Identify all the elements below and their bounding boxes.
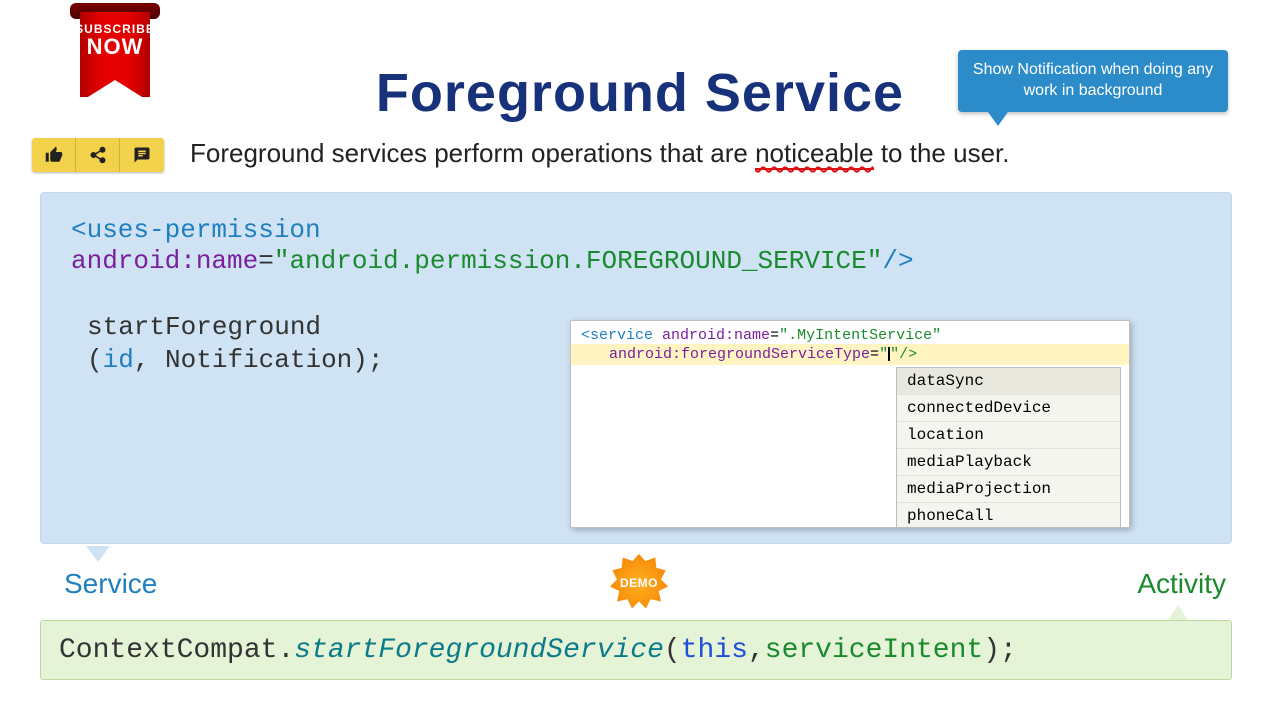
manifest-editor-screenshot: <service android:name=".MyIntentService"… bbox=[570, 320, 1130, 528]
activity-bar-pointer bbox=[1168, 605, 1188, 620]
autocomplete-item[interactable]: connectedDevice bbox=[897, 395, 1120, 422]
autocomplete-item[interactable]: dataSync bbox=[897, 368, 1120, 395]
autocomplete-popup: dataSync connectedDevice location mediaP… bbox=[896, 367, 1121, 528]
activity-label: Activity bbox=[1137, 568, 1226, 600]
autocomplete-item[interactable]: location bbox=[897, 422, 1120, 449]
editor-line-2: android:foregroundServiceType=""/> bbox=[571, 344, 1129, 365]
ribbon-line2: NOW bbox=[60, 34, 170, 60]
social-icon-bar bbox=[32, 138, 164, 172]
like-icon[interactable] bbox=[32, 138, 76, 172]
subtitle-before: Foreground services perform operations t… bbox=[190, 138, 755, 168]
autocomplete-item[interactable]: mediaPlayback bbox=[897, 449, 1120, 476]
service-block-pointer bbox=[86, 546, 110, 562]
subscribe-ribbon[interactable]: SUBSCRIBE NOW bbox=[60, 0, 170, 120]
subtitle-after: to the user. bbox=[874, 138, 1010, 168]
autocomplete-item[interactable]: mediaProjection bbox=[897, 476, 1120, 503]
activity-code-bar: ContextCompat.startForegroundService(thi… bbox=[40, 620, 1232, 680]
service-label: Service bbox=[64, 568, 157, 600]
subtitle: Foreground services perform operations t… bbox=[190, 138, 1009, 169]
notification-callout: Show Notification when doing any work in… bbox=[958, 50, 1228, 112]
comment-icon[interactable] bbox=[120, 138, 164, 172]
uses-permission-line: <uses-permission android:name="android.p… bbox=[71, 215, 1201, 277]
subtitle-key: noticeable bbox=[755, 138, 874, 170]
share-icon[interactable] bbox=[76, 138, 120, 172]
autocomplete-item[interactable]: phoneCall bbox=[897, 503, 1120, 528]
editor-line-1: <service android:name=".MyIntentService" bbox=[571, 321, 1129, 344]
demo-badge: DEMO bbox=[610, 554, 668, 612]
